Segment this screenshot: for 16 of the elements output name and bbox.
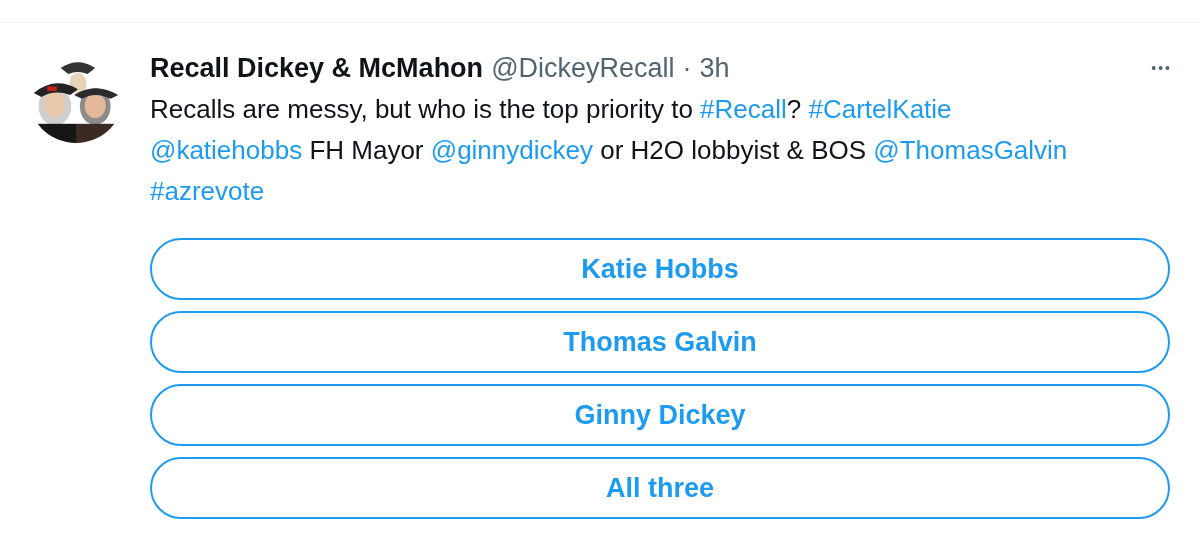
post-link[interactable]: #Recall <box>700 94 787 124</box>
poll-option[interactable]: Katie Hobbs <box>150 238 1170 300</box>
post-link[interactable]: @ginnydickey <box>430 135 593 165</box>
post-link[interactable]: @katiehobbs <box>150 135 303 165</box>
post-time[interactable]: 3h <box>699 52 730 84</box>
post-link[interactable]: @ThomasGalvin <box>873 135 1068 165</box>
author-handle[interactable]: @DickeyRecall <box>491 52 675 84</box>
poll-option[interactable]: All three <box>150 457 1170 519</box>
post-link[interactable]: #azrevote <box>150 176 265 206</box>
post-link[interactable]: #CartelKatie <box>808 94 952 124</box>
author-name[interactable]: Recall Dickey & McMahon <box>150 52 484 84</box>
post-text: Recalls are messy, but who is the top priority to #Recall? #CartelKatie @katiehobbs FH Mayor @ginnydickey or H2O lobbyist & BOS @ThomasGalvin #azrevote <box>150 93 1069 208</box>
poll-option[interactable]: Thomas Galvin <box>150 311 1170 373</box>
separator-dot: · <box>682 52 692 84</box>
poll-option[interactable]: Ginny Dickey <box>150 384 1170 446</box>
more-button[interactable]: ••• <box>1151 60 1172 76</box>
